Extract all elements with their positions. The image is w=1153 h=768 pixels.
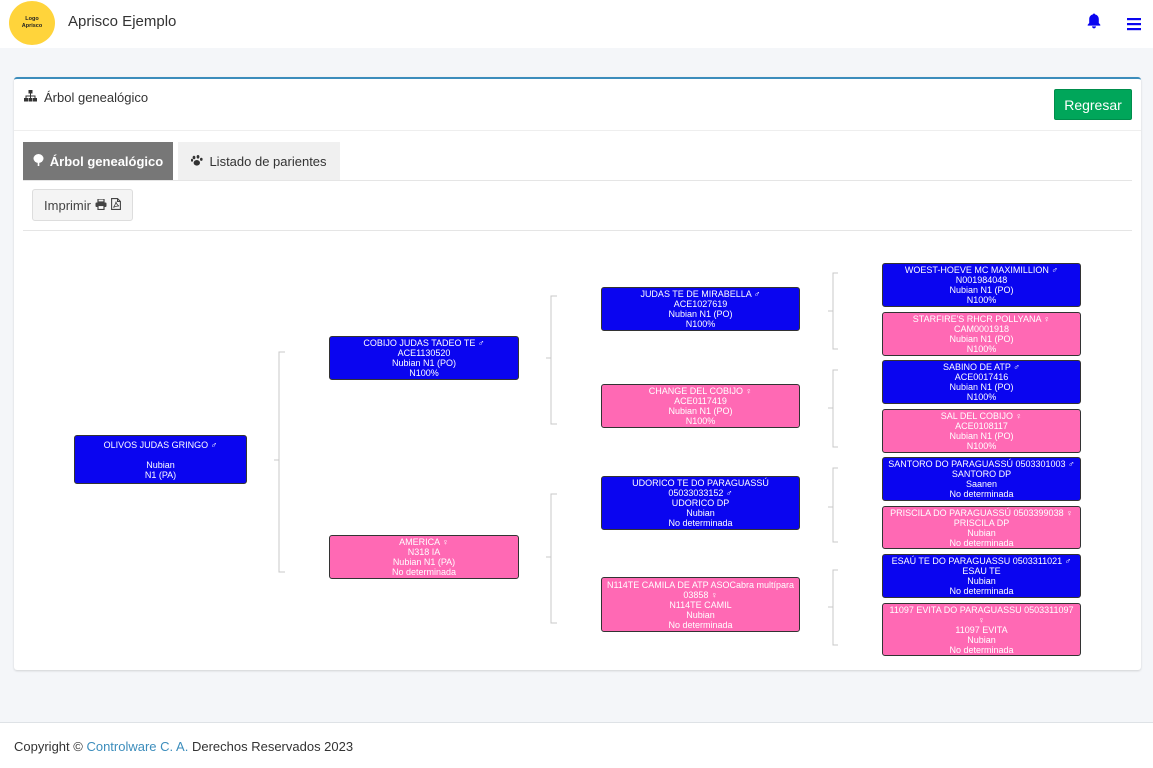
node-line: N100% — [966, 344, 997, 354]
node-line: N100% — [685, 319, 716, 329]
node-line: 11097 EVITA DO PARAGUASSU 0503311097 ♀ — [889, 604, 1074, 625]
node-line: PRISCILA DP — [953, 517, 1010, 528]
node-line: N100% — [966, 295, 997, 305]
node-line: Nubian — [686, 508, 715, 518]
node-line: N100% — [966, 392, 997, 402]
node-line: ACE0108117 — [955, 421, 1008, 431]
node-line: No determinada — [949, 489, 1014, 499]
node-line: No determinada — [391, 567, 457, 577]
node-line: Nubian — [967, 576, 996, 586]
node-line: Nubian N1 (PO) — [949, 382, 1014, 392]
node-line: SAL DEL COBIJO ♀ — [940, 411, 1023, 421]
node-line: ACE1027619 — [673, 299, 728, 309]
node-line: JUDAS TE DE MIRABELLA ♂ — [640, 289, 761, 299]
node-line: STARFIRE'S RHCR POLLYANA ♀ — [912, 314, 1051, 324]
node-line: No determinada — [668, 518, 733, 528]
node-line: Nubian — [967, 527, 996, 538]
tree-node-great-grandparent[interactable]: SANTORO DO PARAGUASSÚ 0503301003 ♂ SANTO… — [882, 457, 1081, 501]
node-line: Nubian N1 (PO) — [391, 358, 457, 368]
node-line: UDORICO DP — [671, 498, 730, 508]
tree-node-great-grandparent[interactable]: ESAÚ TE DO PARAGUASSU 0503311021 ♂ ESAU … — [882, 554, 1081, 598]
tree-node-great-grandparent[interactable]: 11097 EVITA DO PARAGUASSU 0503311097 ♀ 1… — [882, 603, 1081, 656]
tree-node-subject[interactable]: OLIVOS JUDAS GRINGO ♂ Nubian N1 (PA) — [74, 435, 247, 484]
node-line: Saanen — [965, 479, 998, 489]
copyright-text: Copyright © Controlware C. A. Derechos R… — [14, 739, 353, 754]
node-line: COBIJO JUDAS TADEO TE ♂ — [363, 338, 485, 348]
node-line: Nubian — [686, 609, 715, 620]
node-line: ACE1130520 — [397, 348, 451, 358]
tree-node-great-grandparent[interactable]: STARFIRE'S RHCR POLLYANA ♀ CAM0001918 Nu… — [882, 312, 1081, 356]
node-line: 11097 EVITA — [955, 624, 1008, 635]
tree-node-dam[interactable]: AMERICA ♀ N318 IA Nubian N1 (PA) No dete… — [329, 535, 519, 579]
node-line: SABINO DE ATP ♂ — [943, 362, 1020, 372]
node-line: N1 (PA) — [144, 469, 177, 480]
node-line: ACE0117419 — [674, 396, 727, 406]
node-line: No determinada — [949, 644, 1014, 655]
tree-node-great-grandparent[interactable]: WOEST-HOEVE MC MAXIMILLION ♂ N001984048 … — [882, 263, 1081, 307]
tree-node-great-grandparent[interactable]: SAL DEL COBIJO ♀ ACE0108117 Nubian N1 (P… — [882, 409, 1081, 453]
tree-node-paternal-granddam[interactable]: CHANGE DEL COBIJO ♀ ACE0117419 Nubian N1… — [601, 384, 800, 428]
node-line: Nubian — [967, 634, 996, 645]
tree-node-maternal-grandsire[interactable]: UDORICO TE DO PARAGUASSÚ 05033033152 ♂ U… — [601, 476, 800, 530]
node-line: CAM0001918 — [953, 324, 1010, 334]
node-line: N114TE CAMILA DE ATP ASOCabra multípara … — [606, 579, 795, 600]
company-link[interactable]: Controlware C. A. — [86, 739, 188, 754]
node-line: OLIVOS JUDAS GRINGO ♂ — [103, 439, 218, 450]
node-line: SANTORO DO PARAGUASSÚ 0503301003 ♂ — [888, 459, 1075, 469]
page-footer: Copyright © Controlware C. A. Derechos R… — [0, 722, 1153, 768]
node-line: Nubian — [146, 459, 175, 470]
node-line: PRISCILA DO PARAGUASSÚ 0503399038 ♀ — [890, 507, 1073, 518]
node-line: N114TE CAMIL — [669, 599, 732, 610]
node-line: No determinada — [949, 586, 1014, 596]
node-line: Nubian N1 (PO) — [668, 309, 733, 319]
node-line: Nubian N1 (PO) — [949, 334, 1014, 344]
node-line: SANTORO DP — [951, 469, 1012, 479]
node-line: No determinada — [668, 619, 733, 630]
node-line: N100% — [685, 416, 716, 426]
node-line: ACE0017416 — [954, 372, 1009, 382]
node-line: Nubian N1 (PO) — [949, 285, 1014, 295]
tree-node-paternal-grandsire[interactable]: JUDAS TE DE MIRABELLA ♂ ACE1027619 Nubia… — [601, 287, 800, 331]
node-line: WOEST-HOEVE MC MAXIMILLION ♂ — [904, 265, 1059, 275]
node-line: N100% — [966, 441, 997, 451]
tree-node-great-grandparent[interactable]: PRISCILA DO PARAGUASSÚ 0503399038 ♀ PRIS… — [882, 506, 1081, 549]
node-line: CHANGE DEL COBIJO ♀ — [648, 386, 753, 396]
node-line: Nubian N1 (PO) — [949, 431, 1014, 441]
node-line: N001984048 — [955, 275, 1008, 285]
node-line: ESAU TE — [962, 566, 1001, 576]
copyright-suffix: Derechos Reservados 2023 — [191, 739, 354, 754]
node-line: N100% — [409, 368, 439, 378]
node-line: N318 IA — [407, 547, 441, 557]
node-line: ESAÚ TE DO PARAGUASSU 0503311021 ♂ — [891, 556, 1072, 566]
tree-node-great-grandparent[interactable]: SABINO DE ATP ♂ ACE0017416 Nubian N1 (PO… — [882, 360, 1081, 404]
node-line: AMERICA ♀ — [399, 537, 449, 547]
node-line: Nubian N1 (PO) — [668, 406, 733, 416]
node-line: 05033033152 ♂ — [668, 488, 733, 498]
tree-node-sire[interactable]: COBIJO JUDAS TADEO TE ♂ ACE1130520 Nubia… — [329, 336, 519, 380]
copyright-prefix: Copyright © — [14, 739, 83, 754]
tree-node-maternal-granddam[interactable]: N114TE CAMILA DE ATP ASOCabra multípara … — [601, 577, 800, 632]
node-line: UDORICO TE DO PARAGUASSÚ — [632, 478, 769, 488]
node-line: Nubian N1 (PA) — [392, 557, 456, 567]
node-line: No determinada — [949, 537, 1014, 548]
node-line — [77, 450, 244, 460]
